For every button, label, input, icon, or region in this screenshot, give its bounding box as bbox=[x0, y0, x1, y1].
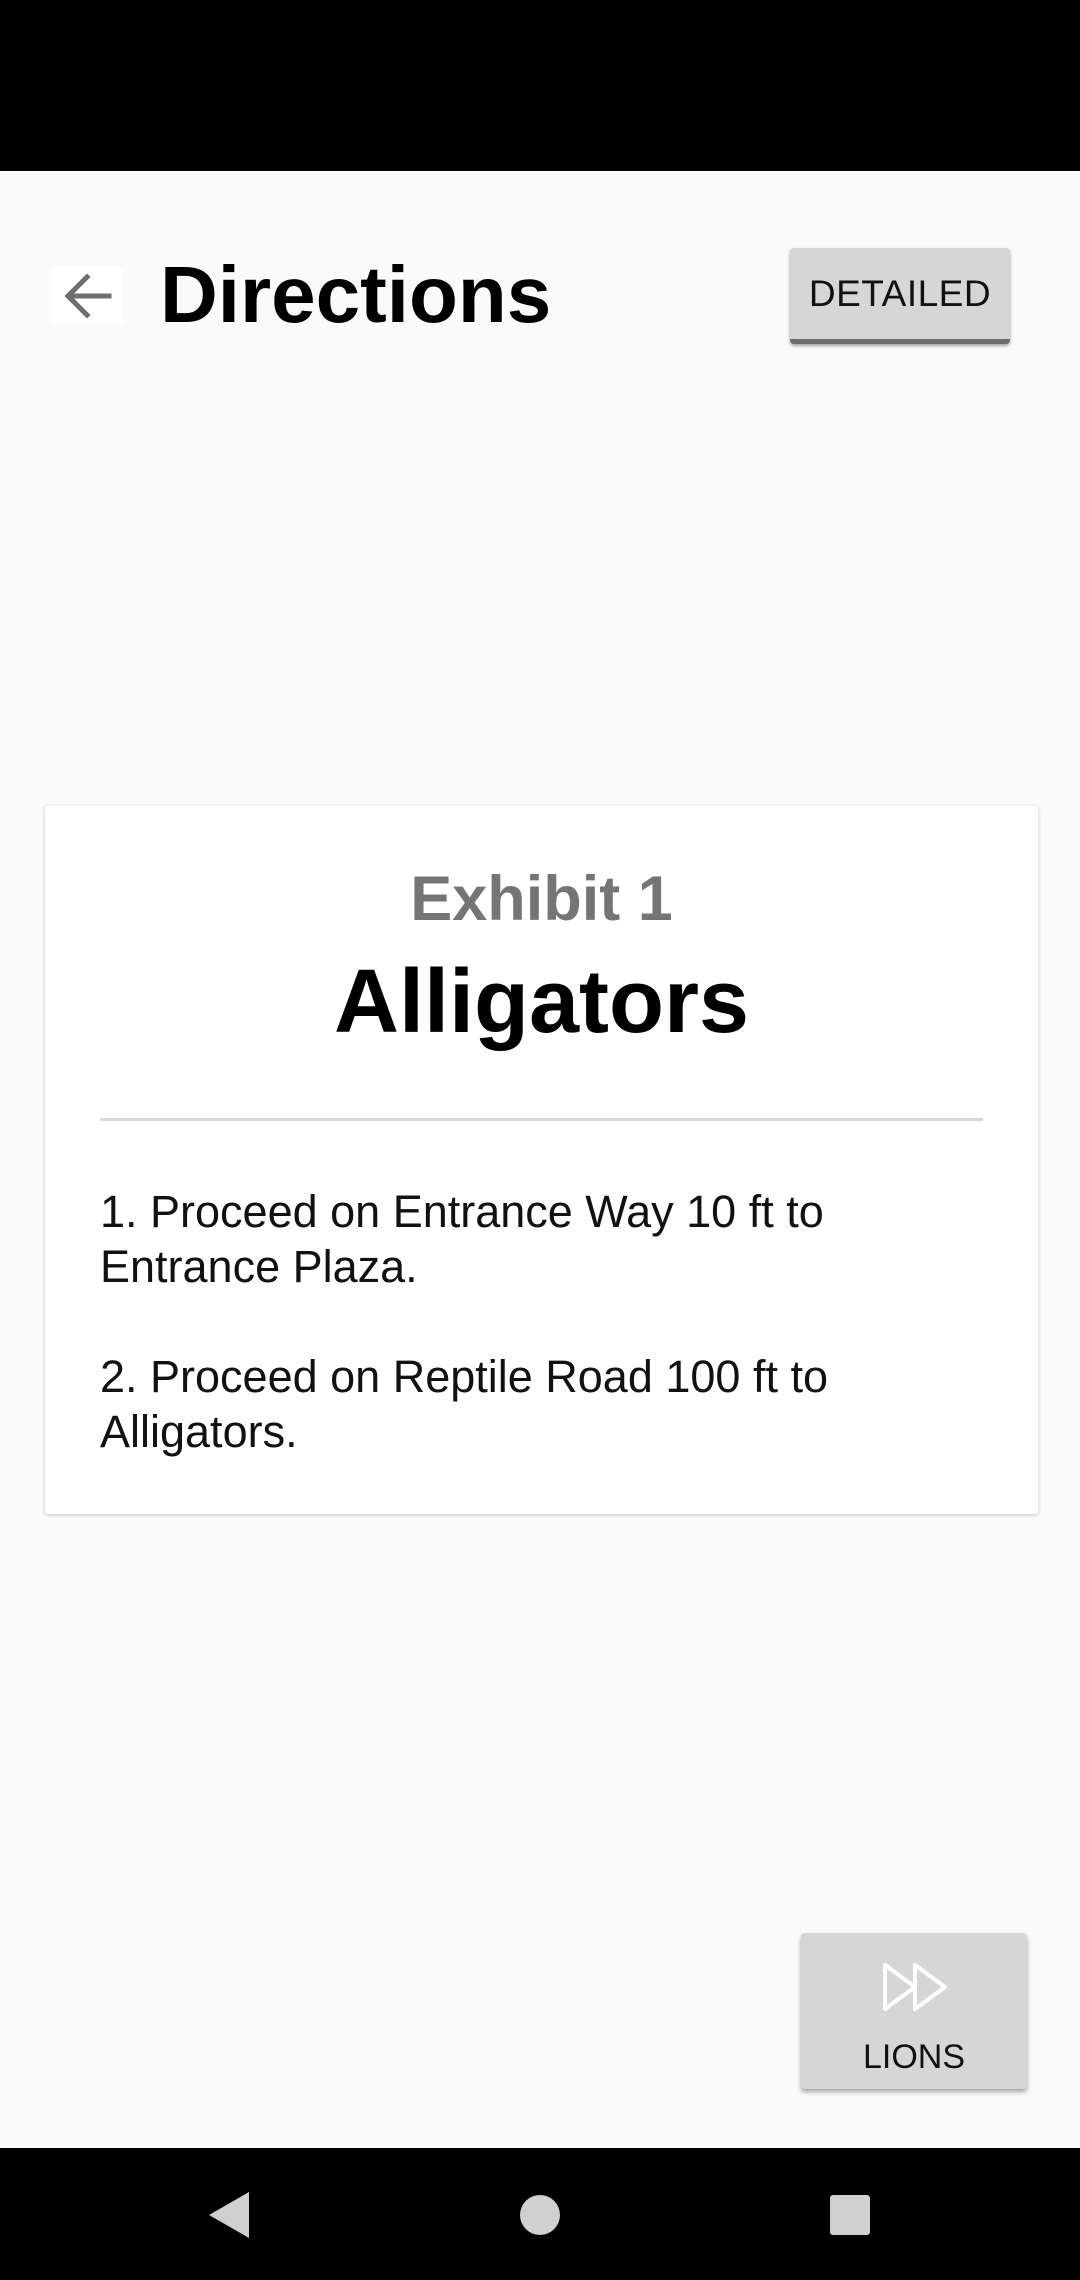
status-bar bbox=[0, 0, 1080, 171]
detailed-button[interactable]: DETAILED bbox=[790, 248, 1010, 344]
next-exhibit-button[interactable]: LIONS bbox=[801, 1933, 1027, 2089]
direction-step: 2. Proceed on Reptile Road 100 ft to All… bbox=[100, 1351, 828, 1457]
nav-back-icon[interactable] bbox=[205, 2190, 251, 2240]
navigation-bar bbox=[0, 2148, 1080, 2280]
exhibit-name: Alligators bbox=[333, 952, 750, 1052]
next-exhibit-label: LIONS bbox=[862, 2038, 966, 2076]
directions-card: Exhibit 1 Alligators 1. Proceed on Entra… bbox=[45, 806, 1038, 1514]
arrow-left-icon bbox=[63, 272, 111, 319]
nav-home-icon[interactable] bbox=[519, 2194, 561, 2236]
back-button[interactable] bbox=[52, 267, 123, 324]
fast-forward-icon bbox=[883, 1963, 947, 2011]
nav-recents-icon[interactable] bbox=[829, 2194, 871, 2236]
divider bbox=[100, 1118, 983, 1121]
page-title: Directions bbox=[160, 250, 552, 339]
direction-step: 1. Proceed on Entrance Way 10 ft to Entr… bbox=[100, 1186, 824, 1292]
exhibit-number: Exhibit 1 bbox=[410, 864, 673, 934]
